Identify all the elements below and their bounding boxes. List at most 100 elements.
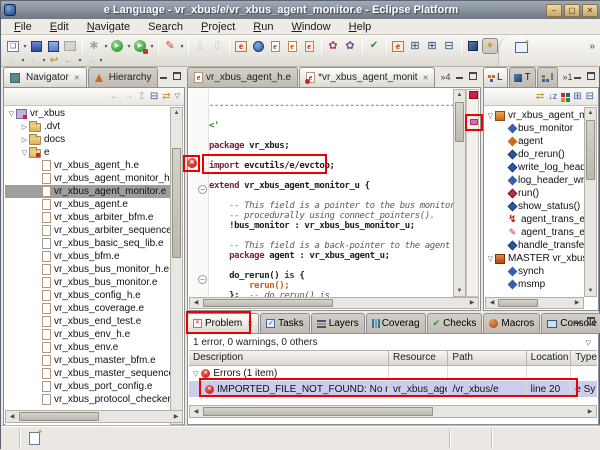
- col-resource[interactable]: Resource: [389, 351, 449, 365]
- outline-tree-item[interactable]: msmp: [485, 278, 585, 291]
- new-e-module-button[interactable]: e: [233, 38, 249, 54]
- outline-tree-item[interactable]: show_status(): [485, 200, 585, 213]
- tab-checks[interactable]: Checks: [426, 313, 483, 333]
- e-file-button-2[interactable]: e: [284, 38, 300, 54]
- forward-button[interactable]: →: [83, 55, 97, 67]
- navigator-tree-item[interactable]: vr_xbus_basic_seq_lib.e: [5, 237, 171, 250]
- prev-annotation-button[interactable]: ↑: [26, 55, 40, 67]
- code-line[interactable]: -- procedurally using connect_pointers()…: [209, 211, 453, 221]
- navigator-tree-item[interactable]: vr_xbus_agent_monitor_h.e: [5, 172, 171, 185]
- forward-button-dropdown-icon[interactable]: ▾: [98, 57, 104, 64]
- navigator-vscrollbar[interactable]: ▲ ▼: [170, 107, 183, 425]
- outline-collapse-all-icon[interactable]: ⊟: [586, 91, 594, 102]
- navigator-tree-item[interactable]: vr_xbus_env_h.e: [5, 328, 171, 341]
- editor-tab-overflow[interactable]: »4: [440, 72, 450, 82]
- editor-tab-agent-h[interactable]: e vr_xbus_agent_h.e: [187, 67, 299, 87]
- outline-expand-all-icon[interactable]: ⊞: [573, 91, 581, 102]
- navigator-tree-item[interactable]: vr_xbus_agent.e: [5, 198, 171, 211]
- tab-coverag[interactable]: Coverag: [365, 313, 426, 333]
- code-line[interactable]: [209, 231, 453, 241]
- navigator-tree-item[interactable]: vr_xbus_master_bfm.e: [5, 354, 171, 367]
- prev-edit-button[interactable]: ▯: [192, 38, 208, 54]
- e-file-button-3[interactable]: e: [301, 38, 317, 54]
- run-button[interactable]: ▶: [109, 38, 125, 54]
- menu-file[interactable]: File: [5, 19, 41, 35]
- navigator-maximize-icon[interactable]: [173, 72, 181, 80]
- browse-e-button[interactable]: [250, 38, 266, 54]
- back-button[interactable]: ←: [62, 55, 76, 67]
- col-type[interactable]: Type: [571, 351, 597, 365]
- menu-window[interactable]: Window: [282, 19, 339, 35]
- navigator-tree-item[interactable]: vr_xbus_bus_monitor.e: [5, 276, 171, 289]
- code-line[interactable]: !bus_monitor : vr_xbus_bus_monitor_u;: [209, 221, 453, 231]
- right-tab-overflow[interactable]: »1: [562, 72, 572, 82]
- tab-macros[interactable]: Macros: [483, 313, 541, 333]
- navigator-tree-item[interactable]: vr_xbus_protocol_checker.e: [5, 393, 171, 406]
- col-location[interactable]: Location: [527, 351, 572, 365]
- code-line[interactable]: -- This field is a pointer to the bus mo…: [209, 201, 453, 211]
- right-tab-1[interactable]: L: [483, 67, 508, 87]
- e-macro-button-1[interactable]: ✿: [325, 38, 341, 54]
- navigator-tree-item[interactable]: ▷ .dvt: [5, 120, 171, 133]
- code-line[interactable]: [209, 191, 453, 201]
- open-arrow-icon[interactable]: ▽: [20, 149, 29, 157]
- code-line[interactable]: package vr_xbus;: [209, 141, 453, 151]
- outline-maximize-icon[interactable]: [587, 72, 595, 80]
- navigator-tree-item[interactable]: ▷ docs: [5, 133, 171, 146]
- outline-minimize-icon[interactable]: [574, 72, 582, 80]
- e-macro-button-2[interactable]: ✿: [342, 38, 358, 54]
- code-line[interactable]: package agent : vr_xbus_agent_u;: [209, 251, 453, 261]
- editor-maximize-icon[interactable]: [469, 72, 477, 80]
- code-line[interactable]: do_rerun() is {: [209, 271, 453, 281]
- menu-project[interactable]: Project: [192, 19, 244, 35]
- code-line[interactable]: ----------------------------------------…: [209, 101, 453, 111]
- filter-grid-icon[interactable]: [561, 92, 566, 97]
- e-file-button-1[interactable]: e: [267, 38, 283, 54]
- outline-tree-item[interactable]: synch: [485, 265, 585, 278]
- external-tools-button-dropdown-icon[interactable]: ▾: [179, 43, 185, 50]
- print-button[interactable]: [62, 38, 78, 54]
- outline-tree-item[interactable]: ▽ MASTER vr_xbus_a: [485, 252, 585, 265]
- next-edit-button[interactable]: ▯: [209, 38, 225, 54]
- navigator-tree-item[interactable]: ▽ e: [5, 146, 171, 159]
- navigator-tree-item[interactable]: vr_xbus_arbiter_bfm.e: [5, 211, 171, 224]
- perspective-overflow-chevron[interactable]: »: [589, 41, 595, 52]
- group-expand-icon[interactable]: ▽: [193, 370, 198, 378]
- nav-up-icon[interactable]: ↥: [137, 91, 145, 102]
- close-button[interactable]: ✕: [582, 3, 598, 17]
- status-task-icon[interactable]: [29, 428, 43, 445]
- navigator-tree-item[interactable]: vr_xbus_port_config.e: [5, 380, 171, 393]
- e-window-button[interactable]: e: [390, 38, 406, 54]
- navigator-tree-item[interactable]: vr_xbus_coverage.e: [5, 302, 171, 315]
- navigator-tree-item[interactable]: ▽ vr_xbus: [5, 107, 171, 120]
- navigator-tree-item[interactable]: vr_xbus_env.e: [5, 341, 171, 354]
- code-line[interactable]: [209, 131, 453, 141]
- next-annotation-button[interactable]: ↓: [5, 55, 19, 67]
- tab-tasks[interactable]: Tasks: [260, 313, 310, 333]
- nav-back-icon[interactable]: ←: [109, 91, 119, 102]
- navigator-hscrollbar[interactable]: ◀ ▶: [5, 410, 183, 423]
- new-button[interactable]: ❏: [5, 38, 21, 54]
- menu-search[interactable]: Search: [139, 19, 192, 35]
- navigator-view-menu-icon[interactable]: ▽: [175, 93, 180, 100]
- menu-navigate[interactable]: Navigate: [78, 19, 139, 35]
- navigator-tree-item[interactable]: vr_xbus_bfm.e: [5, 250, 171, 263]
- problems-view-menu-icon[interactable]: ▽: [586, 339, 591, 347]
- navigator-tree-item[interactable]: vr_xbus_config_h.e: [5, 289, 171, 302]
- code-line[interactable]: rerun();: [209, 281, 453, 291]
- outline-hscrollbar[interactable]: ◀ ▶: [485, 297, 584, 309]
- last-edit-location-button[interactable]: ↩: [47, 55, 61, 67]
- closed-arrow-icon[interactable]: ▷: [20, 136, 29, 144]
- outline-tree-item[interactable]: do_rerun(): [485, 148, 585, 161]
- problems-maximize-icon[interactable]: [587, 317, 595, 325]
- fold-marker-extend-icon[interactable]: −: [198, 185, 207, 194]
- outline-tree-item[interactable]: agent: [485, 135, 585, 148]
- nav-forward-icon[interactable]: →: [123, 91, 133, 102]
- collapse-all-icon[interactable]: ⊟: [150, 91, 158, 102]
- debug-perspective-button[interactable]: [465, 38, 481, 54]
- outline-tree-item[interactable]: run(): [485, 187, 585, 200]
- problems-minimize-icon[interactable]: [574, 317, 582, 325]
- e-language-perspective-button[interactable]: ✦: [482, 38, 498, 54]
- closed-arrow-icon[interactable]: ▷: [20, 123, 29, 131]
- editor-tab-close-icon[interactable]: ✕: [423, 74, 429, 82]
